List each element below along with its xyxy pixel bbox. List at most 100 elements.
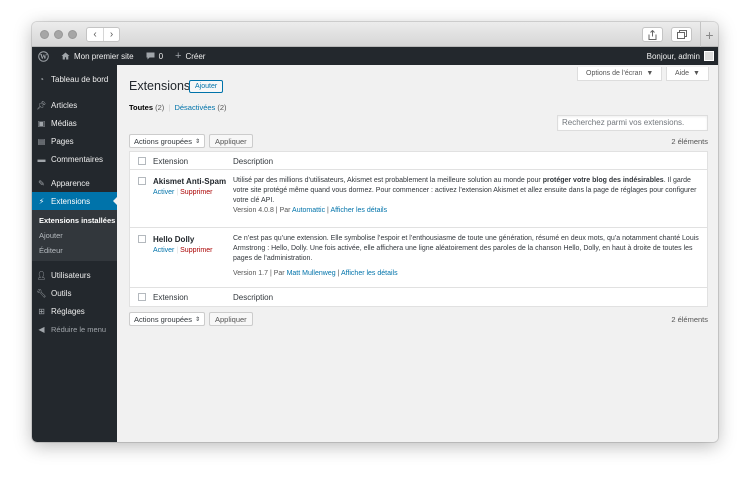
action-separator: | bbox=[176, 247, 179, 254]
sidebar-item-media[interactable]: ▣ Médias bbox=[32, 114, 117, 132]
forward-button[interactable]: › bbox=[103, 28, 119, 41]
media-icon: ▣ bbox=[37, 118, 46, 128]
plugin-description: Utilisé par des millions d’utilisateurs,… bbox=[233, 176, 701, 206]
share-button[interactable] bbox=[642, 27, 663, 42]
author-link[interactable]: Matt Mullenweg bbox=[287, 270, 336, 277]
sidebar-item-label: Pages bbox=[51, 136, 74, 146]
row-checkbox[interactable] bbox=[138, 177, 146, 185]
sidebar-item-dashboard[interactable]: ◔ Tableau de bord bbox=[32, 70, 117, 88]
plus-icon: + bbox=[175, 50, 182, 62]
column-description: Description bbox=[233, 293, 274, 302]
bulk-actions-select[interactable]: Actions groupées ⇕ bbox=[129, 134, 205, 148]
bulk-actions-label: Actions groupées bbox=[134, 314, 192, 324]
comments-link[interactable]: 0 bbox=[140, 47, 169, 65]
apply-button[interactable]: Appliquer bbox=[208, 134, 253, 148]
comments-count: 0 bbox=[158, 51, 164, 61]
account-menu[interactable]: Bonjour, admin bbox=[647, 47, 714, 65]
collapse-menu-button[interactable]: ◀ Réduire le menu bbox=[32, 320, 117, 338]
plugin-description: Ce n’est pas qu’une extension. Elle symb… bbox=[233, 235, 699, 262]
create-label: Créer bbox=[185, 51, 206, 61]
apply-button[interactable]: Appliquer bbox=[208, 312, 253, 326]
activate-link[interactable]: Activer bbox=[153, 189, 174, 196]
plugin-version: Version 4.0.8 | Par bbox=[233, 207, 293, 214]
avatar bbox=[704, 51, 714, 61]
site-name-link[interactable]: Mon premier site bbox=[55, 47, 140, 65]
bulk-actions-label: Actions groupées bbox=[134, 136, 192, 146]
select-all-checkbox[interactable] bbox=[138, 293, 146, 301]
caret-down-icon: ▼ bbox=[646, 70, 654, 77]
browser-toolbar: ‹ › + bbox=[32, 22, 718, 47]
sidebar-item-appearance[interactable]: ✎ Apparence bbox=[32, 174, 117, 192]
row-actions: Activer | Supprimer bbox=[153, 189, 212, 196]
view-details-link[interactable]: Afficher les détails bbox=[330, 207, 387, 214]
settings-icon: ⊞ bbox=[38, 306, 45, 316]
sidebar-item-settings[interactable]: ⊞ Réglages bbox=[32, 302, 117, 320]
column-extension: Extension bbox=[153, 157, 189, 166]
description-text: Utilisé par des millions d’utilisateurs,… bbox=[233, 177, 543, 184]
bulk-actions-select[interactable]: Actions groupées ⇕ bbox=[129, 312, 205, 326]
filter-all-count: (2) bbox=[155, 103, 165, 112]
filter-all[interactable]: Toutes bbox=[129, 103, 153, 112]
plugin-name: Hello Dolly bbox=[153, 235, 195, 244]
wordpress-logo-button[interactable]: W bbox=[32, 47, 55, 65]
sidebar-item-tools[interactable]: 🔧︎ Outils bbox=[32, 284, 117, 302]
plugin-filters: Toutes (2) | Désactivées (2) bbox=[129, 103, 227, 112]
collapse-label: Réduire le menu bbox=[51, 324, 107, 334]
sidebar-item-articles[interactable]: 📌︎ Articles bbox=[32, 96, 117, 114]
screen-options-button[interactable]: Options de l’écran ▼ bbox=[577, 67, 663, 81]
create-new-link[interactable]: + Créer bbox=[169, 47, 211, 65]
browser-window: ‹ › + W Mon premier site 0 + Créer Bonjo… bbox=[32, 22, 718, 442]
minimize-window-button[interactable] bbox=[54, 30, 63, 39]
activate-link[interactable]: Activer bbox=[153, 247, 174, 254]
submenu-installed-extensions[interactable]: Extensions installées bbox=[32, 213, 117, 228]
wrench-icon: 🔧︎ bbox=[36, 288, 47, 298]
submenu-editor[interactable]: Éditeur bbox=[32, 243, 117, 258]
select-all-checkbox[interactable] bbox=[138, 157, 146, 165]
svg-text:W: W bbox=[40, 53, 47, 61]
wordpress-icon: W bbox=[38, 50, 49, 62]
history-nav: ‹ › bbox=[86, 27, 120, 42]
sidebar-item-label: Commentaires bbox=[51, 154, 104, 164]
sidebar-item-label: Utilisateurs bbox=[51, 270, 91, 280]
main-content: Options de l’écran ▼ Aide ▼ Extensions A… bbox=[117, 65, 718, 442]
search-input[interactable]: Recherchez parmi vos extensions. bbox=[557, 115, 708, 131]
plugin-name: Akismet Anti-Spam bbox=[153, 177, 227, 186]
items-count: 2 éléments bbox=[671, 315, 708, 324]
zoom-window-button[interactable] bbox=[68, 30, 77, 39]
add-new-button[interactable]: Ajouter bbox=[189, 80, 224, 93]
author-link[interactable]: Automattic bbox=[292, 207, 325, 214]
help-button[interactable]: Aide ▼ bbox=[666, 67, 709, 81]
sidebar-item-extensions[interactable]: ⚡ Extensions bbox=[32, 192, 117, 210]
user-icon: 👤︎ bbox=[36, 270, 47, 280]
sidebar-item-label: Apparence bbox=[51, 178, 90, 188]
close-window-button[interactable] bbox=[40, 30, 49, 39]
filter-inactive[interactable]: Désactivées bbox=[174, 103, 215, 112]
delete-link[interactable]: Supprimer bbox=[180, 189, 212, 196]
share-icon bbox=[648, 29, 657, 40]
row-checkbox[interactable] bbox=[138, 235, 146, 243]
admin-bar: W Mon premier site 0 + Créer Bonjour, ad… bbox=[32, 47, 718, 65]
new-tab-button[interactable]: + bbox=[700, 22, 718, 47]
submenu-add-new[interactable]: Ajouter bbox=[32, 228, 117, 243]
tabs-button[interactable] bbox=[671, 27, 692, 42]
sidebar-item-users[interactable]: 👤︎ Utilisateurs bbox=[32, 266, 117, 284]
comment-icon bbox=[146, 52, 155, 60]
site-name: Mon premier site bbox=[74, 51, 134, 61]
filter-inactive-count: (2) bbox=[217, 103, 227, 112]
view-details-link[interactable]: Afficher les détails bbox=[341, 270, 398, 277]
sidebar-item-comments[interactable]: ▬ Commentaires bbox=[32, 150, 117, 168]
sidebar-item-label: Extensions bbox=[51, 196, 91, 206]
items-count: 2 éléments bbox=[671, 137, 708, 146]
greeting: Bonjour, admin bbox=[646, 51, 700, 61]
page-icon: ▤ bbox=[37, 136, 46, 146]
table-header: Extension Description bbox=[130, 152, 707, 170]
table-row: Hello Dolly Activer | Supprimer Ce n’est… bbox=[130, 228, 707, 288]
plugins-table: Extension Description Akismet Anti-Spam … bbox=[129, 151, 708, 307]
back-button[interactable]: ‹ bbox=[87, 28, 103, 41]
column-extension: Extension bbox=[153, 293, 189, 302]
delete-link[interactable]: Supprimer bbox=[180, 247, 212, 254]
sidebar-item-label: Outils bbox=[51, 288, 72, 298]
plug-icon: ⚡ bbox=[38, 196, 45, 206]
sidebar-item-label: Médias bbox=[51, 118, 77, 128]
sidebar-item-pages[interactable]: ▤ Pages bbox=[32, 132, 117, 150]
